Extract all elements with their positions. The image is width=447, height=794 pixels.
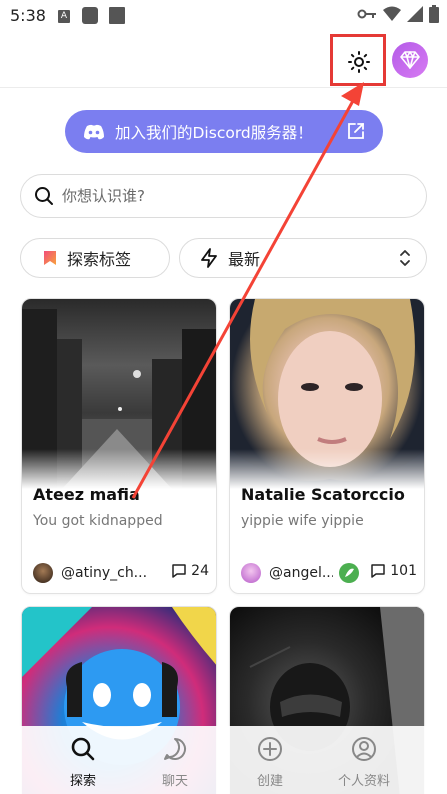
- card-title: Natalie Scatorccio: [241, 485, 405, 504]
- chat-count-value: 24: [191, 563, 209, 579]
- plus-circle-icon: [258, 737, 282, 761]
- square-icon: [82, 7, 98, 24]
- image-fade: [230, 449, 424, 489]
- square-icon: [109, 7, 125, 24]
- status-bar: 5:38 A: [0, 0, 447, 32]
- chat-bubble-icon: [164, 738, 186, 760]
- chat-bubble-icon: [172, 564, 186, 578]
- card-title: Ateez mafia: [33, 485, 140, 504]
- author-handle: @atiny_ch...: [61, 565, 148, 581]
- nav-profile[interactable]: 个人资料: [324, 734, 404, 789]
- nav-explore-label: 探索: [69, 774, 96, 789]
- verified-badge-icon: [339, 563, 359, 583]
- card-footer: @atiny_ch... 24: [33, 563, 211, 583]
- premium-button[interactable]: [392, 42, 428, 78]
- sort-label: 最新: [228, 250, 261, 269]
- a-icon: A: [58, 10, 70, 23]
- character-image: [22, 299, 216, 489]
- discord-banner-label: 加入我们的Discord服务器！: [115, 123, 313, 142]
- character-card[interactable]: Ateez mafia You got kidnapped @atiny_ch.…: [21, 298, 217, 594]
- explore-tags-button[interactable]: 探索标签: [20, 238, 170, 278]
- nav-explore[interactable]: 探索: [43, 734, 123, 789]
- battery-icon: [429, 5, 439, 23]
- card-description: yippie wife yippie: [241, 513, 364, 529]
- chat-count: 101: [370, 563, 417, 579]
- external-link-icon: [348, 123, 364, 139]
- search-input[interactable]: [62, 187, 402, 205]
- avatar: [241, 563, 261, 583]
- user-circle-icon: [352, 737, 376, 761]
- lightning-icon: [201, 248, 217, 268]
- chevron-updown-icon: [400, 250, 410, 266]
- explore-tags-label: 探索标签: [67, 250, 132, 269]
- nav-chat-label: 聊天: [161, 774, 188, 789]
- search-bar[interactable]: [20, 174, 427, 218]
- card-description: You got kidnapped: [33, 513, 163, 529]
- image-fade: [22, 449, 216, 489]
- bookmark-icon: [44, 251, 56, 265]
- discord-banner-button[interactable]: 加入我们的Discord服务器！: [65, 110, 383, 153]
- character-image: [230, 299, 424, 489]
- highlight-box: [330, 34, 386, 86]
- card-footer: @angel... 101: [241, 563, 419, 583]
- bottom-nav: 探索 聊天 创建 个人资料: [0, 726, 447, 794]
- key-icon: [357, 9, 376, 19]
- sort-select[interactable]: 最新: [179, 238, 427, 278]
- discord-icon: [84, 124, 104, 139]
- character-card[interactable]: Natalie Scatorccio yippie wife yippie @a…: [229, 298, 425, 594]
- nav-chat[interactable]: 聊天: [135, 734, 215, 789]
- avatar: [33, 563, 53, 583]
- author-handle: @angel...: [269, 565, 333, 581]
- search-icon: [35, 187, 53, 205]
- nav-create-label: 创建: [256, 774, 283, 789]
- nav-create[interactable]: 创建: [230, 734, 310, 789]
- status-icons: [357, 5, 439, 23]
- chat-count-value: 101: [390, 563, 417, 579]
- signal-icon: [407, 6, 423, 22]
- nav-profile-label: 个人资料: [337, 774, 390, 789]
- wifi-icon: [383, 6, 401, 21]
- status-time: 5:38: [10, 6, 46, 25]
- chat-count: 24: [171, 563, 209, 579]
- gem-icon: [400, 51, 420, 69]
- search-icon: [71, 737, 95, 761]
- chat-bubble-icon: [371, 564, 386, 578]
